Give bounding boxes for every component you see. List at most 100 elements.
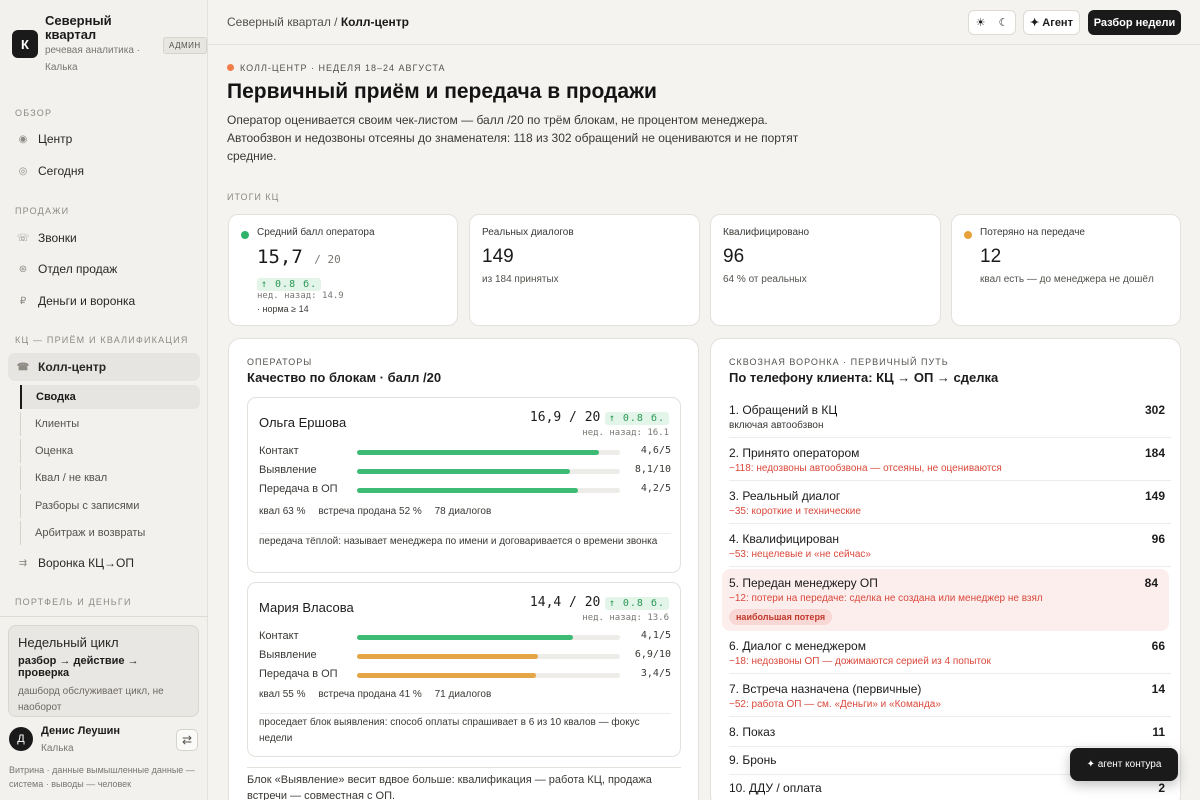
funnel-value: 149 <box>1144 489 1165 503</box>
swap-icon[interactable]: ⇄ <box>176 729 198 751</box>
user-org: Калька <box>41 743 74 754</box>
metric-fill <box>357 450 599 455</box>
funnel-label: 9. Бронь <box>729 753 777 767</box>
metric-row: Выявление 6,9/10 <box>259 649 671 663</box>
avatar[interactable]: Д <box>9 727 33 751</box>
score-value: 14,4 / 20 <box>529 595 601 610</box>
funnel-row-highlight[interactable]: 5. Передан менеджеру ОП 84 −12: потери н… <box>722 569 1169 631</box>
kpi-prev: нед. назад: 14.9 <box>257 291 344 301</box>
divider <box>247 767 681 768</box>
sidebar-item-call-center[interactable]: ☎ Колл-центр <box>8 353 200 381</box>
kpi-value: 149 <box>482 246 514 267</box>
metric-label: Передача в ОП <box>259 668 338 680</box>
funnel-row[interactable]: 6. Диалог с менеджером 66 −18: недозвоны… <box>729 639 1171 674</box>
agent-button[interactable]: ✦ Агент <box>1023 10 1080 35</box>
theme-toggle[interactable]: ☀ ☾ <box>968 10 1016 35</box>
metric-track <box>357 469 620 474</box>
sun-icon[interactable]: ☀ <box>976 16 986 29</box>
operator-stats: квал 63 % встреча продана 52 % 78 диалог… <box>259 506 501 517</box>
kpi-delta: ↑ 0.8 б. <box>257 278 322 291</box>
kpi-value-suffix: / 20 <box>314 253 341 266</box>
metric-label: Контакт <box>259 630 299 642</box>
sidebar-item-cc-funnel[interactable]: ⇉ Воронка КЦ→ОП <box>8 549 200 577</box>
weekly-review-button[interactable]: Разбор недели <box>1088 10 1181 35</box>
topbar: Северный квартал / Колл-центр ☀ ☾ ✦ Аген… <box>208 0 1200 45</box>
panel-eyebrow: СКВОЗНАЯ ВОРОНКА · ПЕРВИЧНЫЙ ПУТЬ <box>729 357 949 367</box>
sidebar-item-today[interactable]: ◎ Сегодня <box>8 157 200 185</box>
brand-logo: К <box>12 30 38 58</box>
metric-row: Передача в ОП 4,2/5 <box>259 483 671 497</box>
metric-fill <box>357 654 539 659</box>
metric-row: Выявление 8,1/10 <box>259 464 671 478</box>
metric-value: 4,1/5 <box>640 630 671 641</box>
operator-score: 16,9 / 20 ↑ 0.8 б. нед. назад: 16.1 <box>530 408 669 438</box>
sidebar-item-center[interactable]: ◉ Центр <box>8 125 200 153</box>
stat-dialogs: 71 диалогов <box>434 689 492 700</box>
sidebar-item-calls[interactable]: ☏ Звонки <box>8 224 200 252</box>
sidebar-item-sales-dept[interactable]: ⊛ Отдел продаж <box>8 255 200 283</box>
funnel-value: 184 <box>1144 446 1165 460</box>
metric-value: 3,4/5 <box>640 668 671 679</box>
funnel-row[interactable]: 8. Показ 11 <box>729 725 1171 747</box>
sidebar-sub-clients[interactable]: Клиенты <box>20 412 200 436</box>
moon-icon[interactable]: ☾ <box>999 16 1009 29</box>
funnel-label: 10. ДДУ / оплата <box>729 781 822 795</box>
funnel-sub: −53: нецелевые и «не сейчас» <box>729 549 871 560</box>
kpi-delta-badge: ↑ 0.8 б. <box>257 274 322 292</box>
funnel-label: 5. Передан менеджеру ОП <box>729 576 878 590</box>
sidebar-sub-reviews[interactable]: Разборы с записями <box>20 494 200 518</box>
metric-row: Контакт 4,1/5 <box>259 630 671 644</box>
funnel-value: 14 <box>1151 682 1165 696</box>
kpi-label: Квалифицировано <box>723 227 810 238</box>
funnel-value: 302 <box>1144 403 1165 417</box>
sidebar-item-label: Деньги и воронка <box>38 294 136 308</box>
kpi-card-lost-handoff: Потеряно на передаче 12 квал есть — до м… <box>951 214 1181 326</box>
sidebar-sub-summary[interactable]: Сводка <box>20 385 200 409</box>
funnel-row[interactable]: 4. Квалифицирован 96 −53: нецелевые и «н… <box>729 532 1171 567</box>
score-delta: ↑ 0.8 б. <box>604 597 669 610</box>
metric-track <box>357 635 620 640</box>
metric-value: 6,9/10 <box>634 649 671 660</box>
kpi-sub: 64 % от реальных <box>723 274 807 285</box>
operator-card[interactable]: Мария Власова 14,4 / 20 ↑ 0.8 б. нед. на… <box>247 582 681 757</box>
operators-panel: ОПЕРАТОРЫ Качество по блокам · балл /20 … <box>228 338 699 800</box>
sidebar-sub-arbitration[interactable]: Арбитраж и возвраты <box>20 521 200 545</box>
breadcrumb-parent[interactable]: Северный квартал / <box>227 15 338 29</box>
funnel-panel: СКВОЗНАЯ ВОРОНКА · ПЕРВИЧНЫЙ ПУТЬ По тел… <box>710 338 1181 800</box>
funnel-value: 96 <box>1151 532 1165 546</box>
funnel-value: 66 <box>1151 639 1165 653</box>
funnel-row[interactable]: 10. ДДУ / оплата 2 <box>729 781 1171 800</box>
funnel-row[interactable]: 3. Реальный диалог 149 −35: короткие и т… <box>729 489 1171 524</box>
kpi-value: 96 <box>723 246 745 267</box>
sidebar-item-label: Звонки <box>38 231 77 245</box>
funnel-sub: включая автообзвон <box>729 420 824 431</box>
page-eyebrow: КОЛЛ-ЦЕНТР · НЕДЕЛЯ 18–24 АВГУСТА <box>227 63 446 73</box>
funnel-row[interactable]: 1. Обращений в КЦ 302 включая автообзвон <box>729 403 1171 438</box>
panel-eyebrow: ОПЕРАТОРЫ <box>247 357 313 367</box>
operators-footnote: Блок «Выявление» весит вдвое больше: ква… <box>247 774 652 800</box>
funnel-label: 1. Обращений в КЦ <box>729 403 838 417</box>
metric-fill <box>357 635 573 640</box>
agent-contour-button[interactable]: ✦ агент контура <box>1070 748 1178 781</box>
metric-value: 8,1/10 <box>634 464 671 475</box>
kpi-value: 15,7 / 20 <box>257 246 341 268</box>
sidebar-item-money-funnel[interactable]: ₽ Деньги и воронка <box>8 287 200 315</box>
operator-card[interactable]: Ольга Ершова 16,9 / 20 ↑ 0.8 б. нед. наз… <box>247 397 681 573</box>
panel-title: По телефону клиента: КЦ → ОП → сделка <box>729 370 999 385</box>
funnel-row[interactable]: 2. Принято оператором 184 −118: недозвон… <box>729 446 1171 481</box>
funnel-label: 4. Квалифицирован <box>729 532 839 546</box>
sidebar-sub-evaluation[interactable]: Оценка <box>20 439 200 463</box>
funnel-row[interactable]: 7. Встреча назначена (первичные) 14 −52:… <box>729 682 1171 717</box>
metric-label: Контакт <box>259 445 299 457</box>
metric-row: Передача в ОП 3,4/5 <box>259 668 671 682</box>
score-prev: нед. назад: 13.6 <box>582 613 669 623</box>
panel-title: Качество по блокам · балл /20 <box>247 370 442 385</box>
status-dot <box>227 64 234 71</box>
sidebar-sub-qualification[interactable]: Квал / не квал <box>20 466 200 490</box>
nav-section-portfolio: ПОРТФЕЛЬ И ДЕНЬГИ <box>15 597 132 607</box>
nav-section-call-center: КЦ — ПРИЁМ И КВАЛИФИКАЦИЯ <box>15 335 189 345</box>
kpi-card-avg-score: Средний балл оператора 15,7 / 20 ↑ 0.8 б… <box>228 214 458 326</box>
cycle-note: дашборд обслуживает цикл, не наоборот <box>18 686 164 713</box>
kpi-card-real-dialogs: Реальных диалогов 149 из 184 принятых <box>469 214 700 326</box>
metric-track <box>357 488 620 493</box>
